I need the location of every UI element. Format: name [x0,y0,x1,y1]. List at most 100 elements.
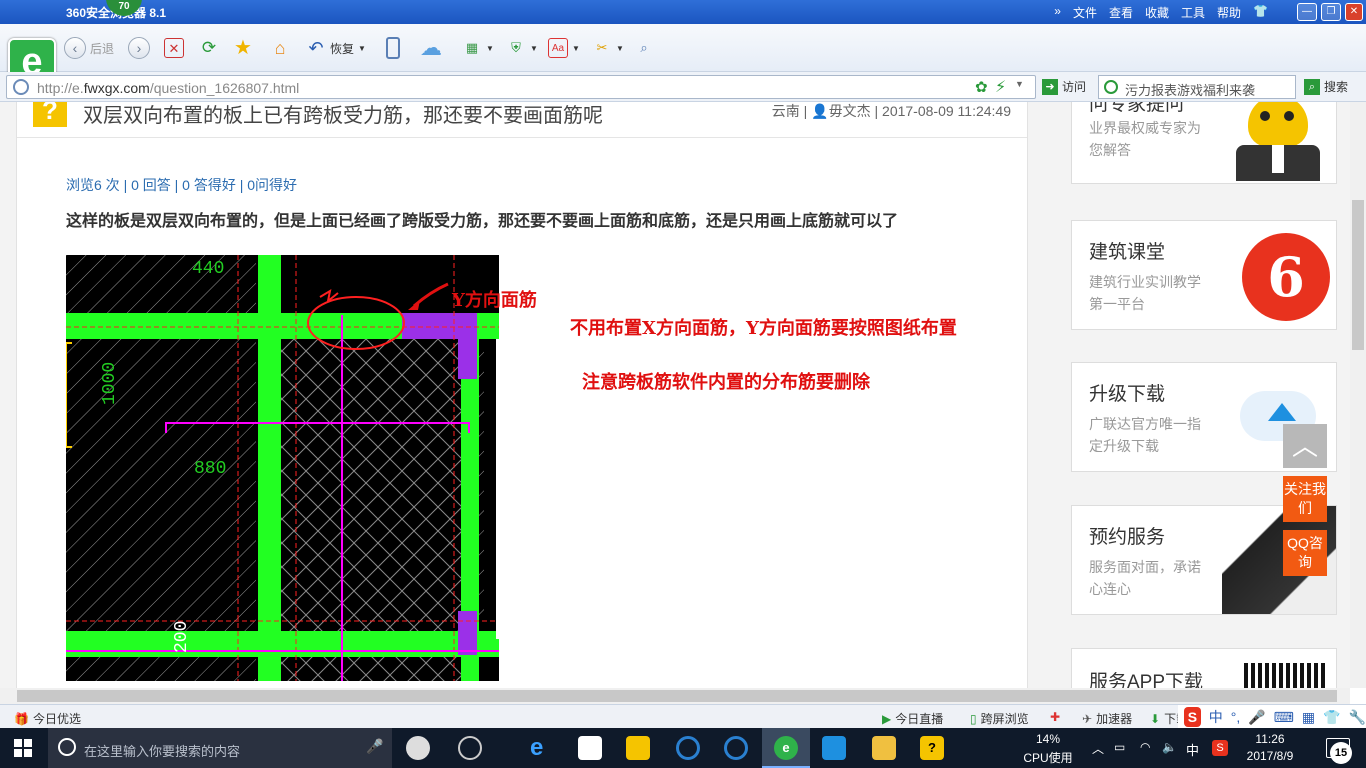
app-swirl-icon[interactable] [458,736,482,760]
cortana-icon [58,738,76,756]
question-title: 双层双向布置的板上已有跨板受力筋，那还要不要画面筋呢 [83,105,603,127]
menu-tools[interactable]: 工具 [1181,4,1205,21]
search-engine-icon [1104,80,1118,94]
help-app-icon[interactable]: ? [920,736,944,760]
punctuation-icon[interactable]: °, [1231,709,1241,725]
store-icon[interactable] [578,736,602,760]
toolbox-icon[interactable]: ▦ [1302,709,1315,726]
ime-language[interactable]: 中 [1209,707,1223,727]
restore-window-button[interactable]: ❐ [1321,3,1341,21]
stop-icon: ✕ [164,38,184,58]
refresh-button[interactable]: ⟳ [199,36,219,60]
notification-badge: 15 [1330,742,1352,764]
menu-file[interactable]: 文件 [1073,4,1097,21]
vertical-scrollbar[interactable] [1350,102,1366,688]
network-icon[interactable]: ▭ [1114,740,1125,754]
menu-view[interactable]: 查看 [1109,4,1133,21]
sogou-ime-icon[interactable]: S [1184,707,1201,727]
page-globe-icon [13,79,29,95]
sidebar-card-classroom[interactable]: 建筑课堂 建筑行业实训教学第一平台 6 [1071,220,1337,330]
cloud-button[interactable]: ☁ [416,36,446,60]
browser-menu: » 文件 查看 收藏 工具 帮助 👕 [1054,4,1268,21]
taskbar-ime-lang[interactable]: 中 [1186,740,1199,759]
minimize-button[interactable]: — [1297,3,1317,21]
task-view-icon[interactable] [406,736,430,760]
url-input[interactable]: http://e.fwxgx.com/question_1626807.html… [6,75,1036,99]
lightning-icon[interactable]: ⚡ [995,77,1006,97]
qq-consult-button[interactable]: QQ咨询 [1283,530,1327,576]
clock-time[interactable]: 11:26 [1246,732,1294,746]
shield-icon: ⛨ [511,40,521,55]
today-picks-button[interactable]: 🎁 今日优选 [14,710,81,727]
doctor-button[interactable]: ✚ [1050,710,1060,724]
today-picks-label: 今日优选 [32,712,81,726]
app-plus-icon[interactable] [822,736,846,760]
taskbar-search-box[interactable]: 在这里输入你要搜索的内容 🎤 [48,728,392,768]
stop-button[interactable]: ✕ [164,36,184,60]
question-stats: 浏览6 次 | 0 回答 | 0 答得好 | 0问得好 [66,177,298,193]
edge-browser-icon[interactable]: e [530,736,554,760]
horizontal-scrollbar-thumb[interactable] [17,690,1337,702]
home-button[interactable]: ⌂ [270,36,290,60]
microphone-icon[interactable]: 🎤 [1248,709,1265,726]
horizontal-scrollbar[interactable] [0,688,1350,704]
menu-chevron-icon[interactable]: » [1054,4,1061,21]
zoom-button[interactable]: ⌕ [634,36,654,60]
sidebar-card-app[interactable]: 服务APP下载 [1071,648,1337,688]
accelerator-label: 加速器 [1096,712,1133,726]
apps-button[interactable]: ▦ ▼ [462,36,494,60]
speed-mode-icon[interactable]: ✿ [975,78,988,96]
tray-expand-icon[interactable]: ︿ [1092,740,1104,757]
active-browser-task[interactable]: e [762,728,810,768]
file-explorer-icon[interactable] [626,736,650,760]
back-button[interactable]: ‹ 后退 [64,36,114,60]
security-button[interactable]: ⛨ ▼ [506,36,538,60]
translate-button[interactable]: Aa ▼ [548,36,580,60]
follow-us-button[interactable]: 关注我们 [1283,476,1327,522]
green-beam-bottom [66,631,499,657]
forward-button[interactable]: › [128,36,150,60]
skin-icon[interactable]: 👕 [1323,709,1340,726]
browser-status-bar: 🎁 今日优选 ▶ 今日直播 ▯ 跨屏浏览 ✚ ✈ 加速器 ⬇ 下载 S 中 °,… [0,704,1366,729]
vertical-scrollbar-thumb[interactable] [1352,200,1364,350]
glodon-app-icon-2[interactable] [724,736,748,760]
question-meta: 云南 | 👤毋文杰 | 2017-08-09 11:24:49 [771,103,1011,119]
dim-label-1000: 1000 [100,362,120,405]
question-location[interactable]: 云南 [772,103,800,119]
question-author[interactable]: 毋文杰 [829,103,871,119]
visit-button[interactable]: ➜ 访问 [1042,78,1086,95]
apps-grid-icon: ▦ [465,40,479,55]
microphone-icon[interactable]: 🎤 [366,738,383,755]
clock-date[interactable]: 2017/8/9 [1242,749,1298,763]
windows-start-icon[interactable] [14,739,32,757]
wrench-icon[interactable]: 🔧 [1349,709,1366,726]
back-to-top-button[interactable]: ︿ [1283,424,1327,468]
search-placeholder: 污力报表游戏福利来袭 [1125,83,1256,98]
favorite-button[interactable]: ★ [233,36,253,60]
wifi-icon[interactable]: ◠ [1140,740,1150,754]
download-arrow-icon: ⬇ [1150,711,1161,726]
search-button[interactable]: ⌕ 搜索 [1304,78,1348,95]
notepad-icon[interactable] [872,736,896,760]
menu-help[interactable]: 帮助 [1217,4,1241,21]
sogou-tray-icon[interactable]: S [1212,740,1228,756]
cross-hatch-area [281,339,461,631]
medical-cross-icon: ✚ [1050,710,1061,724]
search-input[interactable]: 污力报表游戏福利来袭 [1098,75,1296,99]
today-live-button[interactable]: ▶ 今日直播 [882,710,943,727]
qr-code-icon [1244,663,1326,688]
mobile-button[interactable] [386,36,400,60]
menu-favorites[interactable]: 收藏 [1145,4,1169,21]
glodon-app-icon[interactable] [676,736,700,760]
sidebar-card-expert[interactable]: 问专家提问 业界最权威专家为您解答 [1071,102,1337,184]
cross-screen-button[interactable]: ▯ 跨屏浏览 [970,710,1029,727]
question-body: 这样的板是双层双向布置的，但是上面已经画了跨版受力筋，那还要不要画上面筋和底筋，… [66,213,899,230]
volume-icon[interactable]: 🔈 [1162,740,1177,754]
accelerator-button[interactable]: ✈ 加速器 [1082,710,1132,727]
close-window-button[interactable]: ✕ [1345,3,1363,21]
keyboard-icon[interactable]: ⌨ [1274,709,1294,726]
screenshot-button[interactable]: ✂ ▼ [592,36,624,60]
restore-button[interactable]: ↶ 恢复 ▼ [306,36,365,60]
dropdown-icon[interactable]: ▼ [1015,79,1024,89]
skin-icon[interactable]: 👕 [1253,4,1268,21]
